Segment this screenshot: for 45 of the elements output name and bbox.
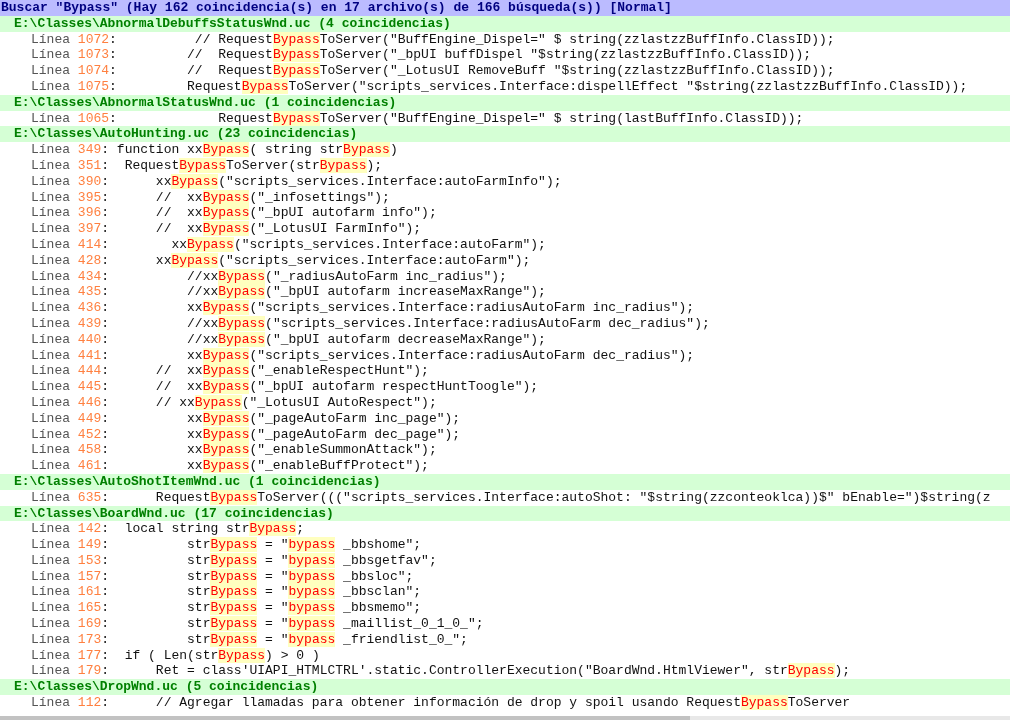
result-line[interactable]: Línea 142: local string strBypass; bbox=[0, 521, 1010, 538]
file-result-header[interactable]: E:\Classes\AbnormalStatusWnd.uc (1 coincidencias) bbox=[0, 94, 1010, 111]
result-line[interactable]: Línea 435: //xxBypass("_bpUI autofarm increaseMaxRange"); bbox=[0, 284, 1010, 301]
result-line[interactable]: Línea 439: //xxBypass("scripts_services.Interface:radiusAutoFarm dec_radius"); bbox=[0, 315, 1010, 332]
search-summary-header[interactable]: Buscar "Bypass" (Hay 162 coincidencia(s) en 17 archivo(s) de 166 búsqueda(s)) [Normal] bbox=[0, 0, 1010, 16]
result-line[interactable]: Línea 452: xxBypass("_pageAutoFarm dec_page"); bbox=[0, 426, 1010, 443]
file-result-header[interactable]: E:\Classes\DropWnd.uc (5 coincidencias) bbox=[0, 679, 1010, 696]
result-line[interactable]: Línea 434: //xxBypass("_radiusAutoFarm inc_radius"); bbox=[0, 268, 1010, 285]
horizontal-scrollbar[interactable] bbox=[0, 716, 1010, 720]
result-line[interactable]: Línea 349: function xxBypass( string strBypass) bbox=[0, 142, 1010, 158]
result-line[interactable]: Línea 1074: // RequestBypassToServer("_LotusUI RemoveBuff "$string(zzlastzzBuffInfo.ClassID)); bbox=[0, 63, 1010, 79]
result-line[interactable]: Línea 449: xxBypass("_pageAutoFarm inc_page"); bbox=[0, 410, 1010, 427]
result-line[interactable]: Línea 436: xxBypass("scripts_services.Interface:radiusAutoFarm inc_radius"); bbox=[0, 300, 1010, 316]
result-line[interactable]: Línea 446: // xxBypass("_LotusUI AutoRespect"); bbox=[0, 394, 1010, 411]
result-line[interactable]: Línea 440: //xxBypass("_bpUI autofarm decreaseMaxRange"); bbox=[0, 331, 1010, 348]
result-line[interactable]: Línea 173: strBypass = "bypass _friendlist_0_"; bbox=[0, 631, 1010, 648]
result-line[interactable]: Línea 441: xxBypass("scripts_services.Interface:radiusAutoFarm dec_radius"); bbox=[0, 347, 1010, 364]
result-line[interactable]: Línea 177: if ( Len(strBypass) > 0 ) bbox=[0, 647, 1010, 664]
result-line[interactable]: Línea 428: xxBypass("scripts_services.Interface:autoFarm"); bbox=[0, 252, 1010, 269]
result-line[interactable]: Línea 444: // xxBypass("_enableRespectHunt"); bbox=[0, 363, 1010, 380]
result-line[interactable]: Línea 395: // xxBypass("_infosettings"); bbox=[0, 189, 1010, 206]
file-result-header[interactable]: E:\Classes\AutoShotItemWnd.uc (1 coincidencias) bbox=[0, 473, 1010, 490]
result-line[interactable]: Línea 1073: // RequestBypassToServer("_bpUI buffDispel "$string(zzlastzzBuffInfo.ClassID)); bbox=[0, 47, 1010, 64]
file-result-header[interactable]: E:\Classes\AutoHunting.uc (23 coincidencias) bbox=[0, 126, 1010, 143]
result-line[interactable]: Línea 165: strBypass = "bypass _bbsmemo"; bbox=[0, 600, 1010, 617]
result-line[interactable]: Línea 161: strBypass = "bypass _bbsclan"; bbox=[0, 584, 1010, 601]
result-line[interactable]: Línea 149: strBypass = "bypass _bbshome"; bbox=[0, 537, 1010, 553]
result-line[interactable]: Línea 458: xxBypass("_enableSummonAttack"); bbox=[0, 442, 1010, 459]
result-line[interactable]: Línea 635: RequestBypassToServer((("scripts_services.Interface:autoShot: "$string(zzconteoklca))$" bEnable=")$string(z bbox=[0, 489, 1010, 506]
result-line[interactable]: Línea 397: // xxBypass("_LotusUI FarmInfo"); bbox=[0, 221, 1010, 237]
result-line[interactable]: Línea 445: // xxBypass("_bpUI autofarm respectHuntToogle"); bbox=[0, 379, 1010, 395]
result-line[interactable]: Línea 1072: // RequestBypassToServer("BuffEngine_Dispel=" $ string(zzlastzzBuffInfo.ClassID)); bbox=[0, 31, 1010, 48]
result-line[interactable]: Línea 461: xxBypass("_enableBuffProtect"); bbox=[0, 458, 1010, 474]
result-line[interactable]: Línea 414: xxBypass("scripts_services.Interface:autoFarm"); bbox=[0, 236, 1010, 253]
result-line[interactable]: Línea 1065: RequestBypassToServer("BuffEngine_Dispel=" $ string(lastBuffInfo.ClassID)); bbox=[0, 110, 1010, 127]
file-result-header[interactable]: E:\Classes\BoardWnd.uc (17 coincidencias) bbox=[0, 505, 1010, 522]
result-line[interactable]: Línea 396: // xxBypass("_bpUI autofarm info"); bbox=[0, 205, 1010, 222]
result-line[interactable]: Línea 153: strBypass = "bypass _bbsgetfav"; bbox=[0, 552, 1010, 569]
result-line[interactable]: Línea 351: RequestBypassToServer(strBypass); bbox=[0, 157, 1010, 174]
result-line[interactable]: Línea 169: strBypass = "bypass _maillist_0_1_0_"; bbox=[0, 616, 1010, 632]
result-line[interactable]: Línea 112: // Agregar llamadas para obtener información de drop y spoil usando RequestBypassToServer bbox=[0, 695, 1010, 711]
result-line[interactable]: Línea 179: Ret = class'UIAPI_HTMLCTRL'.static.ControllerExecution("BoardWnd.HtmlViewer", strBypass); bbox=[0, 663, 1010, 680]
result-line[interactable]: Línea 390: xxBypass("scripts_services.Interface:autoFarmInfo"); bbox=[0, 173, 1010, 190]
result-line[interactable]: Línea 157: strBypass = "bypass _bbsloc"; bbox=[0, 568, 1010, 585]
result-line[interactable]: Línea 1075: RequestBypassToServer("scripts_services.Interface:dispellEffect "$string(zzlastzzBuffInfo.ClassID)); bbox=[0, 79, 1010, 95]
